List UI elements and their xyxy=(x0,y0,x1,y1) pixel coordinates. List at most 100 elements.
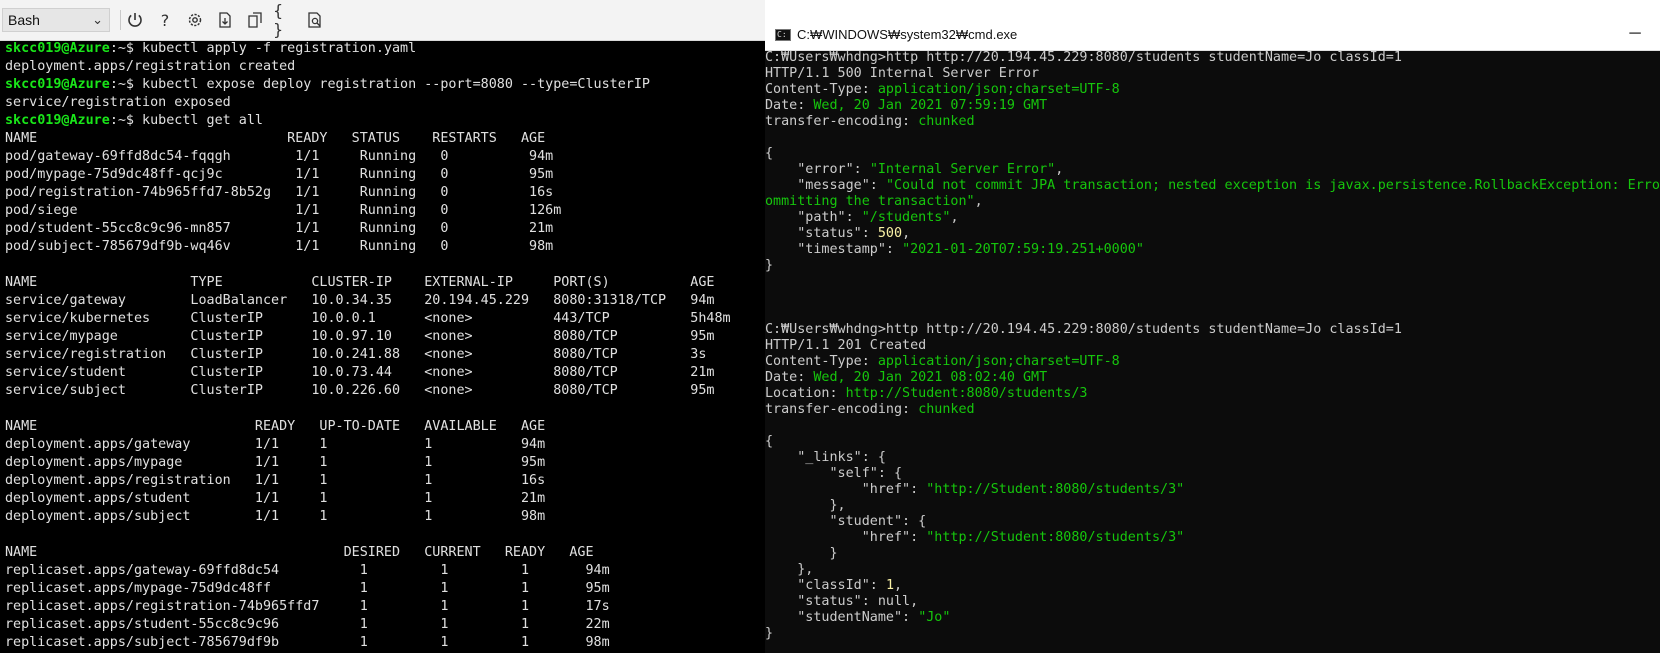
cmd-text-segment: "/students" xyxy=(861,210,951,225)
cmd-output-line xyxy=(765,290,1660,306)
cmd-text-segment: http://Student:8080/students/3 xyxy=(845,386,1088,401)
cmd-output-line: "timestamp": "2021-01-20T07:59:19.251+00… xyxy=(765,242,1660,258)
cmd-output-line: "_links": { xyxy=(765,450,1660,466)
settings-icon[interactable] xyxy=(183,8,207,32)
cmd-text-segment: , xyxy=(910,594,919,609)
power-icon[interactable] xyxy=(123,8,147,32)
cmd-text-segment: application/json;charset=UTF-8 xyxy=(877,354,1120,369)
cmd-output-line: ommitting the transaction", xyxy=(765,194,1660,210)
cmd-text-segment: "classId": xyxy=(765,578,886,593)
terminal-output-line: replicaset.apps/subject-785679df9b 1 1 1… xyxy=(5,635,610,650)
cmd-text-segment: { xyxy=(765,146,774,161)
terminal-output-line: pod/siege 1/1 Running 0 126m xyxy=(5,203,562,218)
terminal-command-line: skcc019@Azure:~$ kubectl get all xyxy=(5,112,765,130)
cmd-text-segment: "_links": { xyxy=(765,450,886,465)
terminal-output-line: NAME READY UP-TO-DATE AVAILABLE AGE xyxy=(5,419,546,434)
terminal-output-line: service/mypage ClusterIP 10.0.97.10 <non… xyxy=(5,329,715,344)
cloud-shell-toolbar: Bash ⌄ ? { } xyxy=(0,0,765,41)
terminal-output-line: replicaset.apps/gateway-69ffd8dc54 1 1 1… xyxy=(5,563,610,578)
cmd-output-line: Content-Type: application/json;charset=U… xyxy=(765,82,1660,98)
terminal-output-line: pod/subject-785679df9b-wq46v 1/1 Running… xyxy=(5,239,554,254)
cmd-text-segment: "2021-01-20T07:59:19.251+0000" xyxy=(902,242,1144,257)
cmd-text-segment: C:₩Users₩whdng>http http://20.194.45.229… xyxy=(765,50,1402,65)
cmd-text-segment: } xyxy=(765,626,774,641)
terminal-output-line: pod/registration-74b965ffd7-8b52g 1/1 Ru… xyxy=(5,185,554,200)
cmd-output-line: "href": "http://Student:8080/students/3" xyxy=(765,530,1660,546)
cmd-output-line: HTTP/1.1 201 Created xyxy=(765,338,1660,354)
cmd-terminal-output[interactable]: C:₩Users₩whdng>http http://20.194.45.229… xyxy=(765,50,1660,653)
cmd-text-segment: } xyxy=(765,546,838,561)
cmd-text-segment: "timestamp": xyxy=(765,242,903,257)
cmd-output-line: } xyxy=(765,546,1660,562)
cmd-output-line: Date: Wed, 20 Jan 2021 08:02:40 GMT xyxy=(765,370,1660,386)
shell-type-value: Bash xyxy=(8,12,40,28)
cmd-text-segment: { xyxy=(765,434,774,449)
cmd-text-segment: chunked xyxy=(918,114,975,129)
cmd-output-line: } xyxy=(765,258,1660,274)
cmd-text-segment: 1 xyxy=(885,578,894,593)
cmd-text-segment: Date: xyxy=(765,370,814,385)
cmd-text-segment: , xyxy=(974,194,983,209)
editor-braces-icon[interactable]: { } xyxy=(273,1,297,39)
terminal-output-line: deployment.apps/gateway 1/1 1 1 94m xyxy=(5,437,546,452)
cmd-output-line: "error": "Internal Server Error", xyxy=(765,162,1660,178)
shell-type-select[interactable]: Bash ⌄ xyxy=(2,8,110,32)
cmd-text-segment: "message": xyxy=(765,178,886,193)
cmd-output-line: }, xyxy=(765,498,1660,514)
cmd-output-line: "path": "/students", xyxy=(765,210,1660,226)
cmd-text-segment: "href": xyxy=(765,530,927,545)
cloud-shell-terminal-output[interactable]: skcc019@Azure:~$ kubectl apply -f regist… xyxy=(5,40,765,653)
cmd-output-line: HTTP/1.1 500 Internal Server Error xyxy=(765,66,1660,82)
cmd-output-line: "status": 500, xyxy=(765,226,1660,242)
terminal-output-line: service/student ClusterIP 10.0.73.44 <no… xyxy=(5,365,715,380)
help-icon[interactable]: ? xyxy=(153,8,177,32)
cmd-text-segment: application/json;charset=UTF-8 xyxy=(877,82,1120,97)
terminal-output-line: pod/mypage-75d9dc48ff-qcj9c 1/1 Running … xyxy=(5,167,554,182)
cmd-output-line: "self": { xyxy=(765,466,1660,482)
cmd-output-line: "studentName": "Jo" xyxy=(765,610,1660,626)
cmd-output-line: { xyxy=(765,434,1660,450)
terminal-output-line: deployment.apps/registration 1/1 1 1 16s xyxy=(5,473,546,488)
command-text: :~$ kubectl get all xyxy=(109,113,263,128)
cmd-text-segment: "status": xyxy=(765,594,878,609)
cmd-text-segment: Wed, 20 Jan 2021 08:02:40 GMT xyxy=(813,370,1048,385)
cmd-text-segment: "http://Student:8080/students/3" xyxy=(926,482,1185,497)
terminal-output-line: deployment.apps/subject 1/1 1 1 98m xyxy=(5,509,546,524)
cmd-text-segment: , xyxy=(902,226,911,241)
toolbar-divider xyxy=(120,10,121,30)
cmd-text-segment: , xyxy=(894,578,903,593)
cmd-output-line xyxy=(765,418,1660,434)
cmd-text-segment: } xyxy=(765,258,774,273)
cmd-text-segment: Location: xyxy=(765,386,846,401)
command-text: :~$ kubectl apply -f registration.yaml xyxy=(109,41,417,56)
cmd-text-segment: null xyxy=(877,594,911,609)
cmd-output-line: }, xyxy=(765,562,1660,578)
cmd-title-bar[interactable]: C: C:₩WINDOWS₩system32₩cmd.exe ─ xyxy=(765,20,1660,51)
upload-download-icon[interactable] xyxy=(213,8,237,32)
cmd-output-line: "classId": 1, xyxy=(765,578,1660,594)
cmd-text-segment: ommitting the transaction" xyxy=(765,194,975,209)
cmd-text-segment: "self": { xyxy=(765,466,903,481)
cmd-output-line xyxy=(765,130,1660,146)
cmd-window: C: C:₩WINDOWS₩system32₩cmd.exe ─ C:₩User… xyxy=(765,20,1660,653)
cmd-output-line: transfer-encoding: chunked xyxy=(765,402,1660,418)
terminal-output-line: NAME READY STATUS RESTARTS AGE xyxy=(5,131,546,146)
cmd-output-line: } xyxy=(765,626,1660,642)
minimize-icon[interactable]: ─ xyxy=(1620,24,1650,46)
cmd-text-segment: "href": xyxy=(765,482,927,497)
chevron-down-icon[interactable]: ⌄ xyxy=(92,9,103,31)
web-preview-icon[interactable] xyxy=(303,8,327,32)
cmd-text-segment: chunked xyxy=(918,402,975,417)
open-new-session-icon[interactable] xyxy=(243,8,267,32)
cmd-text-segment: "studentName": xyxy=(765,610,919,625)
cloud-shell-window: Bash ⌄ ? { } skcc019@Azure:~$ kubectl ap… xyxy=(0,0,765,653)
cmd-output-line: Content-Type: application/json;charset=U… xyxy=(765,354,1660,370)
terminal-output-line: pod/gateway-69ffd8dc54-fqqgh 1/1 Running… xyxy=(5,149,554,164)
terminal-command-line: skcc019@Azure:~$ kubectl apply -f regist… xyxy=(5,40,765,58)
terminal-output-line: service/gateway LoadBalancer 10.0.34.35 … xyxy=(5,293,715,308)
terminal-output-line: NAME DESIRED CURRENT READY AGE xyxy=(5,545,594,560)
terminal-output-line: deployment.apps/student 1/1 1 1 21m xyxy=(5,491,546,506)
